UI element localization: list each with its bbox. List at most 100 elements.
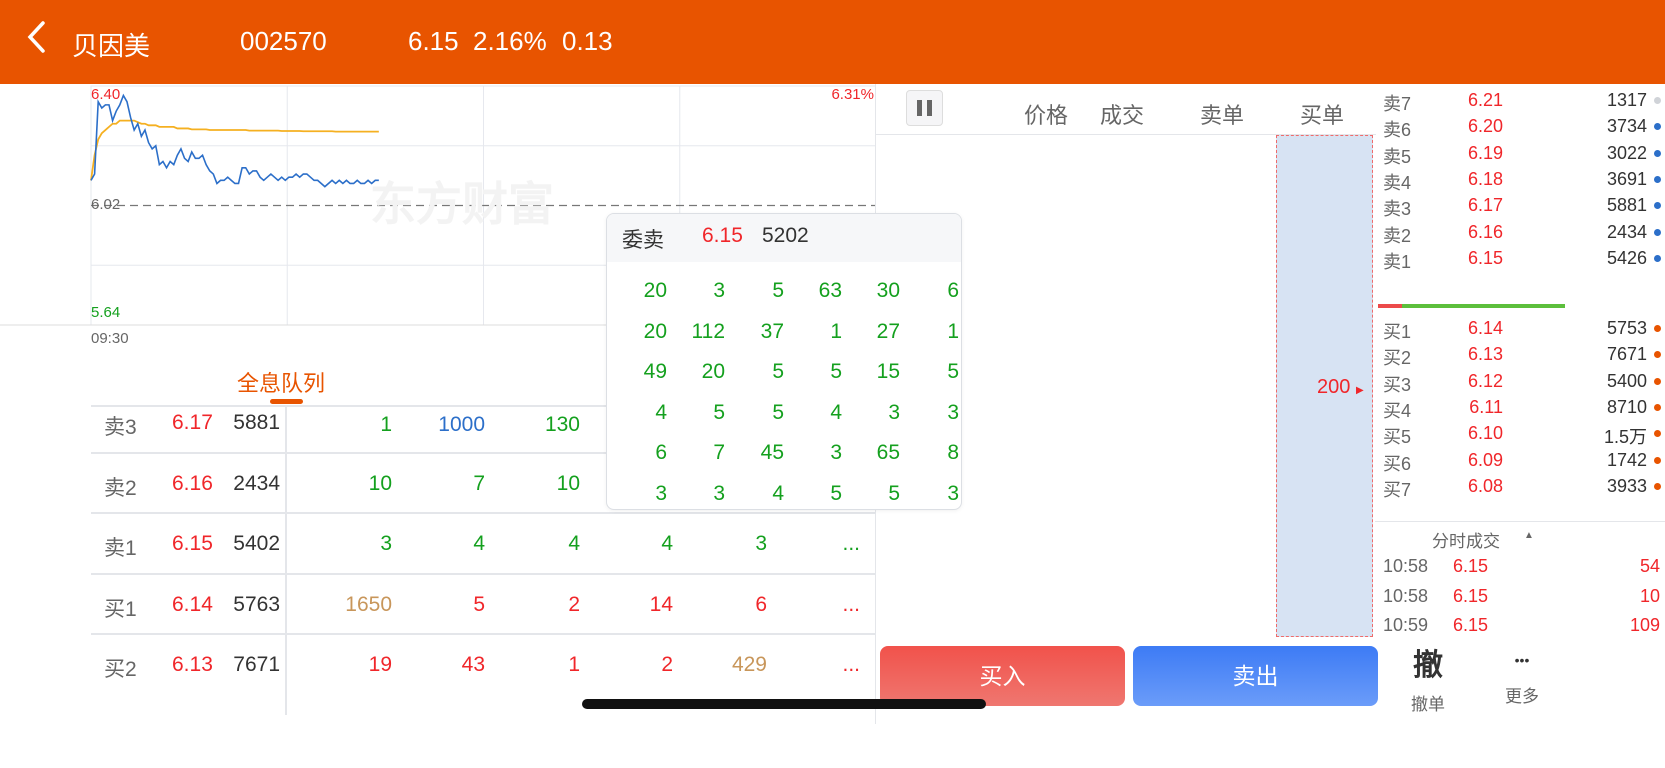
level-label: 买5	[1383, 427, 1412, 448]
status-dot	[1654, 97, 1661, 104]
tick-price: 6.15	[1453, 585, 1489, 606]
queue-level-label: 买1	[104, 598, 137, 621]
orderbook-row[interactable]: 买7 6.08 3933	[1375, 474, 1665, 500]
x-start-label: 09:30	[91, 330, 129, 347]
trade-row[interactable]: 10:59:056.1566	[876, 175, 1276, 215]
queue-order[interactable]: 10	[557, 472, 580, 496]
popup-order: 5	[772, 400, 784, 424]
queue-row[interactable]: 买2 6.13 7671 19 43 1 2 429...	[91, 633, 876, 693]
queue-order[interactable]: 3	[755, 532, 767, 556]
queue-order[interactable]: 10	[369, 472, 392, 496]
popup-order: 15	[876, 360, 900, 383]
queue-order[interactable]: 5	[473, 593, 485, 617]
orderbook-row[interactable]: 卖1 6.15 5426	[1375, 246, 1665, 272]
orderbook-row[interactable]: 买3 6.12 5400	[1375, 369, 1665, 395]
tick-time: 10:58	[1383, 556, 1429, 576]
trade-sell-order: 6	[1121, 585, 1133, 609]
orderbook-row[interactable]: 买2 6.13 7671	[1375, 342, 1665, 369]
orderbook-row[interactable]: 卖5 6.19 3022	[1375, 141, 1665, 167]
orderbook-row[interactable]: 卖6 6.20 3734	[1375, 114, 1665, 140]
queue-order[interactable]: 4	[473, 532, 485, 556]
queue-order[interactable]: 43	[462, 653, 485, 677]
y-ref-label: 6.02	[91, 196, 121, 213]
cancel-icon: 撤	[1413, 649, 1443, 682]
queue-order[interactable]: 2	[661, 653, 673, 677]
ratio-bar	[1378, 304, 1565, 308]
level-price: 6.16	[1467, 221, 1503, 242]
queue-order[interactable]: 14	[650, 593, 673, 617]
tab-full-queue[interactable]: 全息队列	[237, 366, 325, 398]
queue-order[interactable]: 1	[380, 413, 392, 437]
trade-volume: 1	[1119, 263, 1131, 287]
level-volume: 7671	[1606, 344, 1647, 365]
ticks-title[interactable]: 分时成交	[1432, 527, 1500, 552]
queue-order[interactable]: 3	[380, 532, 392, 556]
level-label: 买2	[1383, 348, 1412, 369]
queue-order[interactable]: 19	[369, 653, 392, 677]
pause-button[interactable]	[906, 90, 943, 126]
queue-order[interactable]: ...	[842, 653, 860, 677]
queue-order[interactable]: ...	[842, 532, 860, 556]
trade-sell-order: 3	[1121, 143, 1133, 166]
orderbook-row[interactable]: 卖4 6.18 3691	[1375, 167, 1665, 193]
trade-row[interactable]: 10:59:056.1566	[876, 537, 1276, 577]
buy-button[interactable]: 买入	[880, 646, 1125, 706]
popup-volume: 5202	[762, 224, 809, 247]
queue-level-label: 卖2	[104, 477, 137, 500]
queue-order[interactable]: 1650	[345, 593, 392, 617]
back-button[interactable]	[26, 20, 46, 63]
trade-price: 6.15	[1032, 303, 1073, 327]
trade-volume: 6	[1119, 585, 1131, 609]
trade-volume: 4	[1119, 344, 1131, 367]
popup-order: 1	[830, 319, 842, 343]
stock-name: 贝因美	[72, 31, 151, 61]
trade-sell-order: 1	[1121, 424, 1133, 448]
popup-order: 5	[772, 360, 784, 383]
orderbook-row[interactable]: 买4 6.11 8710	[1375, 395, 1665, 421]
cancel-order-button[interactable]: 撤 撤单	[1398, 640, 1458, 715]
trade-row[interactable]: 10:59:056.1566	[876, 577, 1276, 617]
orderbook-row[interactable]: 卖7 6.21 1317	[1375, 88, 1665, 114]
queue-order[interactable]: 6	[755, 593, 767, 617]
queue-row[interactable]: 买1 6.14 5763 1650 5 2 14 6...	[91, 573, 876, 633]
orderbook-row[interactable]: 卖3 6.17 5881	[1375, 193, 1665, 219]
queue-order[interactable]: 4	[568, 532, 580, 556]
popup-label: 委卖	[622, 229, 664, 252]
level-price: 6.08	[1467, 475, 1503, 496]
trade-row[interactable]: 10:59:05 6.15 1 3 ◀	[876, 135, 1276, 175]
stock-change: 0.13	[562, 26, 613, 56]
trade-volume: 5	[1119, 303, 1131, 327]
queue-divider	[285, 405, 287, 715]
more-button[interactable]: ••• 更多	[1492, 646, 1552, 707]
order-queue-popup[interactable]: 委卖 6.15 5202 20 3 5 63 30 6 20 112 37 1 27 1 49 20 5 5 1…	[606, 213, 962, 510]
level-label: 卖5	[1383, 146, 1412, 167]
orderbook-row[interactable]: 卖2 6.16 2434	[1375, 220, 1665, 246]
queue-order[interactable]: 1	[568, 653, 580, 677]
col-volume: 成交	[1100, 103, 1145, 128]
orderbook-row[interactable]: 买6 6.09 1742	[1375, 448, 1665, 474]
popup-order: 4	[772, 481, 784, 505]
popup-order: 49	[643, 360, 667, 383]
queue-order[interactable]: ...	[842, 593, 860, 617]
queue-order[interactable]: 429	[732, 653, 767, 677]
level-label: 卖2	[1383, 225, 1412, 246]
queue-order[interactable]: 4	[661, 532, 673, 556]
queue-order[interactable]: 1000	[438, 413, 485, 437]
status-dot	[1654, 202, 1661, 210]
queue-order[interactable]: 130	[545, 413, 580, 437]
popup-order: 4	[830, 400, 842, 424]
home-indicator[interactable]	[582, 699, 986, 709]
tick-time: 10:59	[1383, 615, 1429, 635]
caret-up-icon[interactable]: ▲	[1524, 530, 1534, 541]
level-label: 买1	[1383, 322, 1412, 342]
queue-order[interactable]: 2	[568, 593, 580, 617]
queue-row[interactable]: 卖1 6.15 5402 3 4 4 4 3...	[91, 512, 876, 572]
queue-order[interactable]: 7	[473, 472, 485, 496]
level-label: 卖4	[1383, 172, 1412, 193]
trade-volume: 1	[1119, 223, 1131, 247]
level-volume: 5753	[1606, 318, 1647, 338]
sell-button[interactable]: 卖出	[1133, 646, 1378, 706]
level-price: 6.19	[1467, 142, 1503, 163]
orderbook-row[interactable]: 买5 6.10 1.5万	[1375, 421, 1665, 448]
orderbook-row[interactable]: 买1 6.14 5753	[1375, 316, 1665, 342]
